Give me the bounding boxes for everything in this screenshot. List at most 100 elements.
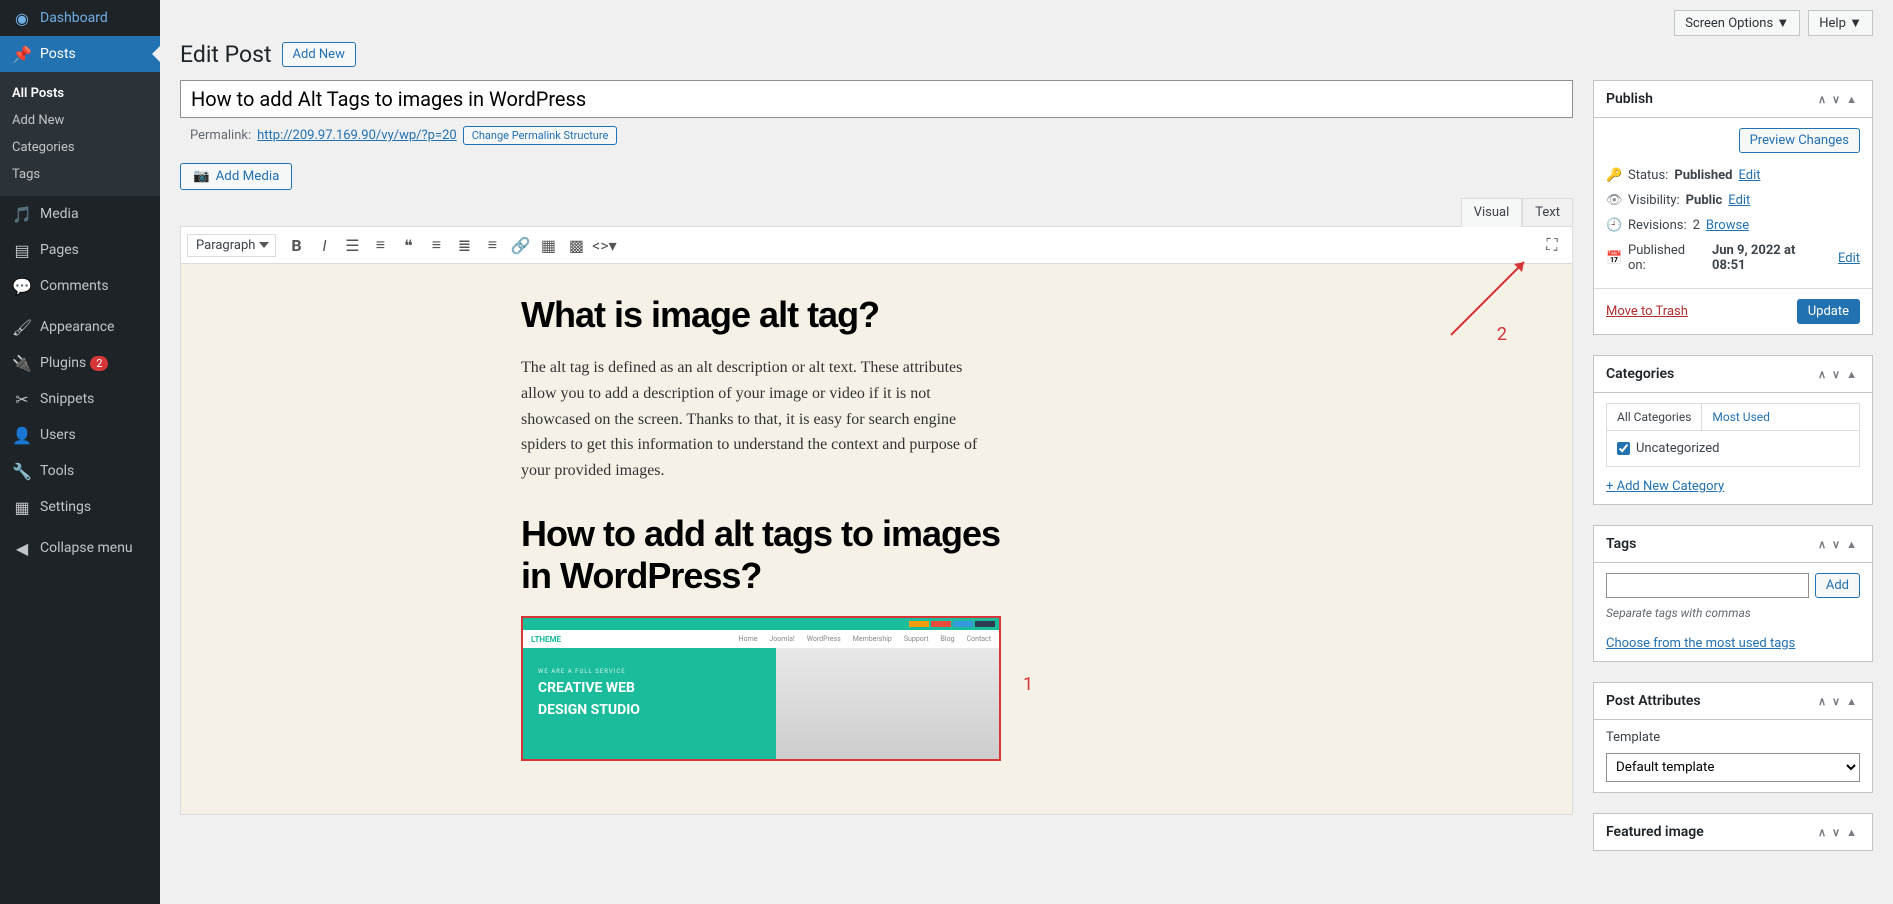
box-up-icon[interactable]: ∧ bbox=[1815, 93, 1829, 106]
all-categories-tab[interactable]: All Categories bbox=[1607, 404, 1702, 430]
comments-icon: 💬 bbox=[12, 276, 32, 296]
add-new-category-link[interactable]: + Add New Category bbox=[1606, 479, 1724, 494]
fullscreen-button[interactable]: ⛶ bbox=[1538, 231, 1566, 259]
template-select[interactable]: Default template bbox=[1606, 753, 1860, 782]
sidebar-sub-tags[interactable]: Tags bbox=[0, 161, 160, 188]
add-new-button[interactable]: Add New bbox=[282, 42, 356, 67]
plugins-badge: 2 bbox=[90, 356, 108, 371]
box-down-icon[interactable]: ∨ bbox=[1829, 93, 1843, 106]
box-down-icon[interactable]: ∨ bbox=[1829, 826, 1843, 839]
add-tag-button[interactable]: Add bbox=[1815, 573, 1860, 598]
post-title-input[interactable] bbox=[180, 80, 1573, 118]
help-button[interactable]: Help ▼ bbox=[1808, 10, 1873, 36]
key-icon: 🔑 bbox=[1606, 168, 1622, 183]
category-checkbox[interactable] bbox=[1617, 442, 1630, 455]
box-down-icon[interactable]: ∨ bbox=[1829, 695, 1843, 708]
box-toggle-icon[interactable]: ▲ bbox=[1843, 695, 1860, 708]
tags-hint: Separate tags with commas bbox=[1606, 606, 1860, 620]
edit-date-link[interactable]: Edit bbox=[1838, 251, 1860, 266]
italic-button[interactable]: I bbox=[310, 231, 338, 259]
publish-box: Publish∧∨▲ Preview Changes 🔑Status: Publ… bbox=[1593, 80, 1873, 335]
add-media-button[interactable]: 📷Add Media bbox=[180, 163, 292, 190]
code-button[interactable]: <>▾ bbox=[590, 231, 618, 259]
sidebar-item-pages[interactable]: ▤Pages bbox=[0, 232, 160, 268]
sidebar-item-dashboard[interactable]: ◉Dashboard bbox=[0, 0, 160, 36]
box-toggle-icon[interactable]: ▲ bbox=[1843, 368, 1860, 381]
sidebar-sub-add-new[interactable]: Add New bbox=[0, 107, 160, 134]
camera-icon: 📷 bbox=[193, 169, 210, 184]
tools-icon: 🔧 bbox=[12, 461, 32, 481]
post-attributes-title: Post Attributes bbox=[1606, 693, 1701, 709]
box-up-icon[interactable]: ∧ bbox=[1815, 368, 1829, 381]
box-toggle-icon[interactable]: ▲ bbox=[1843, 93, 1860, 106]
page-title: Edit Post bbox=[180, 41, 272, 68]
post-attributes-box: Post Attributes ∧∨▲ Template Default temp… bbox=[1593, 682, 1873, 793]
box-toggle-icon[interactable]: ▲ bbox=[1843, 538, 1860, 551]
editor-toolbar: Paragraph B I ☰ ≡ ❝ ≡ ≣ ≡ 🔗 ▦ ▩ <>▾ bbox=[181, 227, 1572, 264]
text-tab[interactable]: Text bbox=[1522, 198, 1573, 226]
sidebar-item-comments[interactable]: 💬Comments bbox=[0, 268, 160, 304]
publish-title: Publish bbox=[1606, 91, 1653, 107]
most-used-tab[interactable]: Most Used bbox=[1702, 404, 1780, 430]
edit-visibility-link[interactable]: Edit bbox=[1728, 193, 1750, 208]
categories-box: Categories∧∨▲ All Categories Most Used U… bbox=[1593, 355, 1873, 505]
tags-box: Tags ∧∨▲ Add Separate tags with commas Ch… bbox=[1593, 525, 1873, 662]
browse-revisions-link[interactable]: Browse bbox=[1706, 218, 1749, 233]
align-left-button[interactable]: ≡ bbox=[422, 231, 450, 259]
annotation-arrow bbox=[1446, 250, 1536, 340]
sidebar-sub-all-posts[interactable]: All Posts bbox=[0, 80, 160, 107]
permalink-url[interactable]: http://209.97.169.90/vy/wp/?p=20 bbox=[257, 128, 457, 143]
appearance-icon: 🖌 bbox=[12, 317, 32, 337]
screen-options-button[interactable]: Screen Options ▼ bbox=[1674, 10, 1800, 36]
category-item[interactable]: Uncategorized bbox=[1617, 441, 1849, 456]
box-up-icon[interactable]: ∧ bbox=[1815, 826, 1829, 839]
snippets-icon: ✂ bbox=[12, 389, 32, 409]
sidebar-item-settings[interactable]: ▦Settings bbox=[0, 489, 160, 525]
box-down-icon[interactable]: ∨ bbox=[1829, 538, 1843, 551]
template-label: Template bbox=[1606, 730, 1860, 745]
numbered-list-button[interactable]: ≡ bbox=[366, 231, 394, 259]
move-to-trash-link[interactable]: Move to Trash bbox=[1606, 304, 1688, 319]
box-up-icon[interactable]: ∧ bbox=[1815, 538, 1829, 551]
permalink-row: Permalink: http://209.97.169.90/vy/wp/?p… bbox=[180, 118, 1573, 153]
sidebar-item-plugins[interactable]: 🔌Plugins2 bbox=[0, 345, 160, 381]
media-icon: 🎵 bbox=[12, 204, 32, 224]
content-image[interactable]: LTHEMEHomeJoomla!WordPressMembershipSupp… bbox=[521, 616, 1001, 761]
quote-button[interactable]: ❝ bbox=[394, 231, 422, 259]
update-button[interactable]: Update bbox=[1797, 299, 1860, 324]
featured-image-title: Featured image bbox=[1606, 824, 1704, 840]
choose-tags-link[interactable]: Choose from the most used tags bbox=[1606, 636, 1795, 651]
calendar-icon: 📅 bbox=[1606, 251, 1622, 266]
box-up-icon[interactable]: ∧ bbox=[1815, 695, 1829, 708]
sidebar-item-users[interactable]: 👤Users bbox=[0, 417, 160, 453]
sidebar-item-appearance[interactable]: 🖌Appearance bbox=[0, 309, 160, 345]
box-down-icon[interactable]: ∨ bbox=[1829, 368, 1843, 381]
align-right-button[interactable]: ≡ bbox=[478, 231, 506, 259]
format-select[interactable]: Paragraph bbox=[187, 234, 276, 257]
edit-status-link[interactable]: Edit bbox=[1738, 168, 1760, 183]
sidebar-sub-categories[interactable]: Categories bbox=[0, 134, 160, 161]
admin-sidebar: ◉Dashboard 📌Posts All Posts Add New Cate… bbox=[0, 0, 160, 904]
sidebar-item-posts[interactable]: 📌Posts bbox=[0, 36, 160, 72]
change-permalink-button[interactable]: Change Permalink Structure bbox=[463, 126, 618, 145]
pages-icon: ▤ bbox=[12, 240, 32, 260]
sidebar-item-media[interactable]: 🎵Media bbox=[0, 196, 160, 232]
annotation-1: 1 bbox=[1023, 674, 1033, 695]
bold-button[interactable]: B bbox=[282, 231, 310, 259]
more-button[interactable]: ▦ bbox=[534, 231, 562, 259]
link-button[interactable]: 🔗 bbox=[506, 231, 534, 259]
editor-content[interactable]: 2 What is image alt tag? The alt tag is … bbox=[181, 264, 1572, 814]
visual-tab[interactable]: Visual bbox=[1461, 198, 1523, 227]
dashboard-icon: ◉ bbox=[12, 8, 32, 28]
tags-title: Tags bbox=[1606, 536, 1636, 552]
align-center-button[interactable]: ≣ bbox=[450, 231, 478, 259]
preview-changes-button[interactable]: Preview Changes bbox=[1739, 128, 1860, 153]
bullet-list-button[interactable]: ☰ bbox=[338, 231, 366, 259]
sidebar-item-snippets[interactable]: ✂Snippets bbox=[0, 381, 160, 417]
box-toggle-icon[interactable]: ▲ bbox=[1843, 826, 1860, 839]
tags-input[interactable] bbox=[1606, 573, 1809, 598]
editor: Paragraph B I ☰ ≡ ❝ ≡ ≣ ≡ 🔗 ▦ ▩ <>▾ bbox=[180, 226, 1573, 815]
sidebar-item-tools[interactable]: 🔧Tools bbox=[0, 453, 160, 489]
sidebar-item-collapse[interactable]: ◀Collapse menu bbox=[0, 530, 160, 566]
toolbar-toggle-button[interactable]: ▩ bbox=[562, 231, 590, 259]
